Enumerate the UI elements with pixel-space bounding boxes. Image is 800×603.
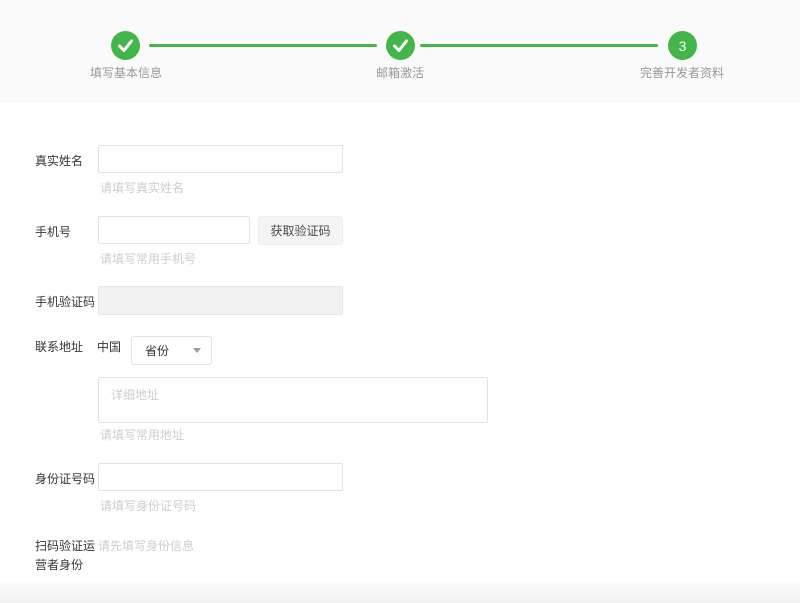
phone-hint: 请填写常用手机号 xyxy=(100,250,196,267)
address-label: 联系地址 xyxy=(35,338,97,357)
step-1-done-circle xyxy=(111,31,140,60)
country-text: 中国 xyxy=(97,338,121,355)
step-2-label: 邮箱激活 xyxy=(376,64,424,81)
step-2-done-circle xyxy=(386,31,415,60)
step-connector-1 xyxy=(149,44,377,47)
real-name-hint: 请填写真实姓名 xyxy=(100,179,184,196)
real-name-input[interactable] xyxy=(98,145,343,173)
real-name-label: 真实姓名 xyxy=(35,152,97,171)
footer-band xyxy=(0,583,800,603)
qr-verify-label: 扫码验证运营者身份 xyxy=(35,537,97,575)
stepper-header: 3 填写基本信息 邮箱激活 完善开发者资料 xyxy=(0,0,800,103)
qr-verify-note: 请先填写身份信息 xyxy=(98,537,194,554)
step-3-label: 完善开发者资料 xyxy=(640,64,724,81)
phone-code-input xyxy=(98,286,343,315)
check-icon xyxy=(386,31,415,60)
check-icon xyxy=(111,31,140,60)
address-hint: 请填写常用地址 xyxy=(100,426,184,443)
province-select[interactable]: 省份 xyxy=(131,336,212,365)
register-page: 3 填写基本信息 邮箱激活 完善开发者资料 真实姓名 请填写真实姓名 手机号 获… xyxy=(0,0,800,603)
id-number-input[interactable] xyxy=(98,463,343,491)
step-connector-2 xyxy=(420,44,658,47)
phone-code-label: 手机验证码 xyxy=(35,293,97,312)
id-number-hint: 请填写身份证号码 xyxy=(100,497,196,514)
step-3-number: 3 xyxy=(679,39,687,53)
phone-label: 手机号 xyxy=(35,223,97,242)
get-code-button[interactable]: 获取验证码 xyxy=(258,216,343,245)
step-1-label: 填写基本信息 xyxy=(90,64,162,81)
step-3-current-circle: 3 xyxy=(668,31,697,60)
chevron-down-icon xyxy=(193,348,201,353)
address-detail-textarea[interactable] xyxy=(98,377,488,423)
province-select-value: 省份 xyxy=(145,342,193,359)
phone-input[interactable] xyxy=(98,216,250,244)
id-number-label: 身份证号码 xyxy=(35,470,97,489)
